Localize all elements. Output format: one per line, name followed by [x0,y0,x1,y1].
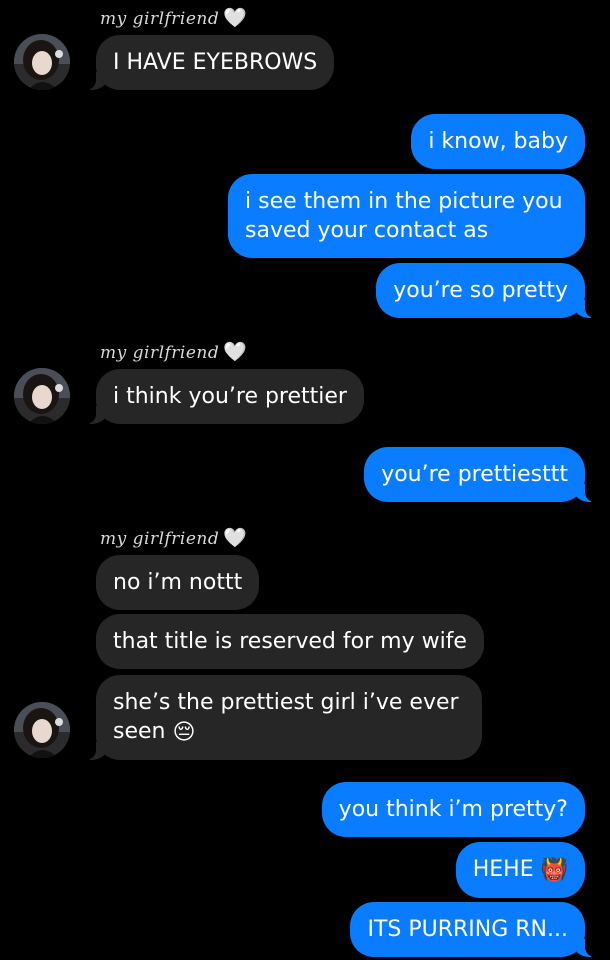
message-text: i think you’re prettier [113,384,347,409]
message-text: that title is reserved for my wife [113,629,467,654]
message-bubble-outgoing[interactable]: HEHE 👹 [455,842,585,898]
message-bubble-outgoing[interactable]: you’re so pretty [376,263,597,318]
message-text: you’re prettiesttt [381,462,568,487]
message-bubble-incoming[interactable]: i think you’re prettier [84,369,364,424]
sender-label: my girlfriend 🤍 [100,340,247,363]
message-text: i know, baby [428,129,568,154]
contact-avatar[interactable] [14,368,70,424]
message-bubble-outgoing[interactable]: you think i’m pretty? [321,782,585,837]
message-bubble-incoming[interactable]: she’s the prettiest girl i’ve ever seen … [84,675,482,760]
message-text: HEHE [472,857,534,882]
chat-screen: my girlfriend 🤍 I HAVE EYEBROWS i know, b… [0,0,610,960]
sender-name: my girlfriend [100,529,220,549]
contact-avatar[interactable] [14,34,70,90]
pensive-face-icon: 😔 [172,719,196,745]
ogre-icon: 👹 [540,857,568,883]
message-bubble-outgoing[interactable]: you’re prettiesttt [364,447,597,502]
message-bubble-outgoing[interactable]: i know, baby [411,114,585,169]
sender-name: my girlfriend [100,9,220,29]
message-text: you think i’m pretty? [338,797,568,822]
message-text: she’s the prettiest girl i’ve ever seen [113,690,459,744]
message-bubble-incoming[interactable]: that title is reserved for my wife [96,614,484,669]
message-text: no i’m nottt [113,570,243,595]
sender-label: my girlfriend 🤍 [100,6,247,29]
heart-icon: 🤍 [223,527,248,549]
avatar-photo-icon [14,702,70,758]
heart-icon: 🤍 [223,341,248,363]
contact-avatar[interactable] [14,702,70,758]
message-bubble-incoming[interactable]: I HAVE EYEBROWS [83,35,335,90]
message-text: ITS PURRING RN... [367,917,568,942]
message-text: you’re so pretty [393,278,568,303]
message-bubble-outgoing[interactable]: ITS PURRING RN... [350,902,597,957]
sender-name: my girlfriend [100,343,220,363]
avatar-photo-icon [14,34,70,90]
heart-icon: 🤍 [223,7,248,29]
avatar-photo-icon [14,368,70,424]
message-text: I HAVE EYEBROWS [113,50,318,75]
message-bubble-incoming[interactable]: no i’m nottt [96,555,260,610]
message-bubble-outgoing[interactable]: i see them in the picture you saved your… [228,174,585,258]
message-text: i see them in the picture you saved your… [245,189,563,243]
sender-label: my girlfriend 🤍 [100,526,247,549]
